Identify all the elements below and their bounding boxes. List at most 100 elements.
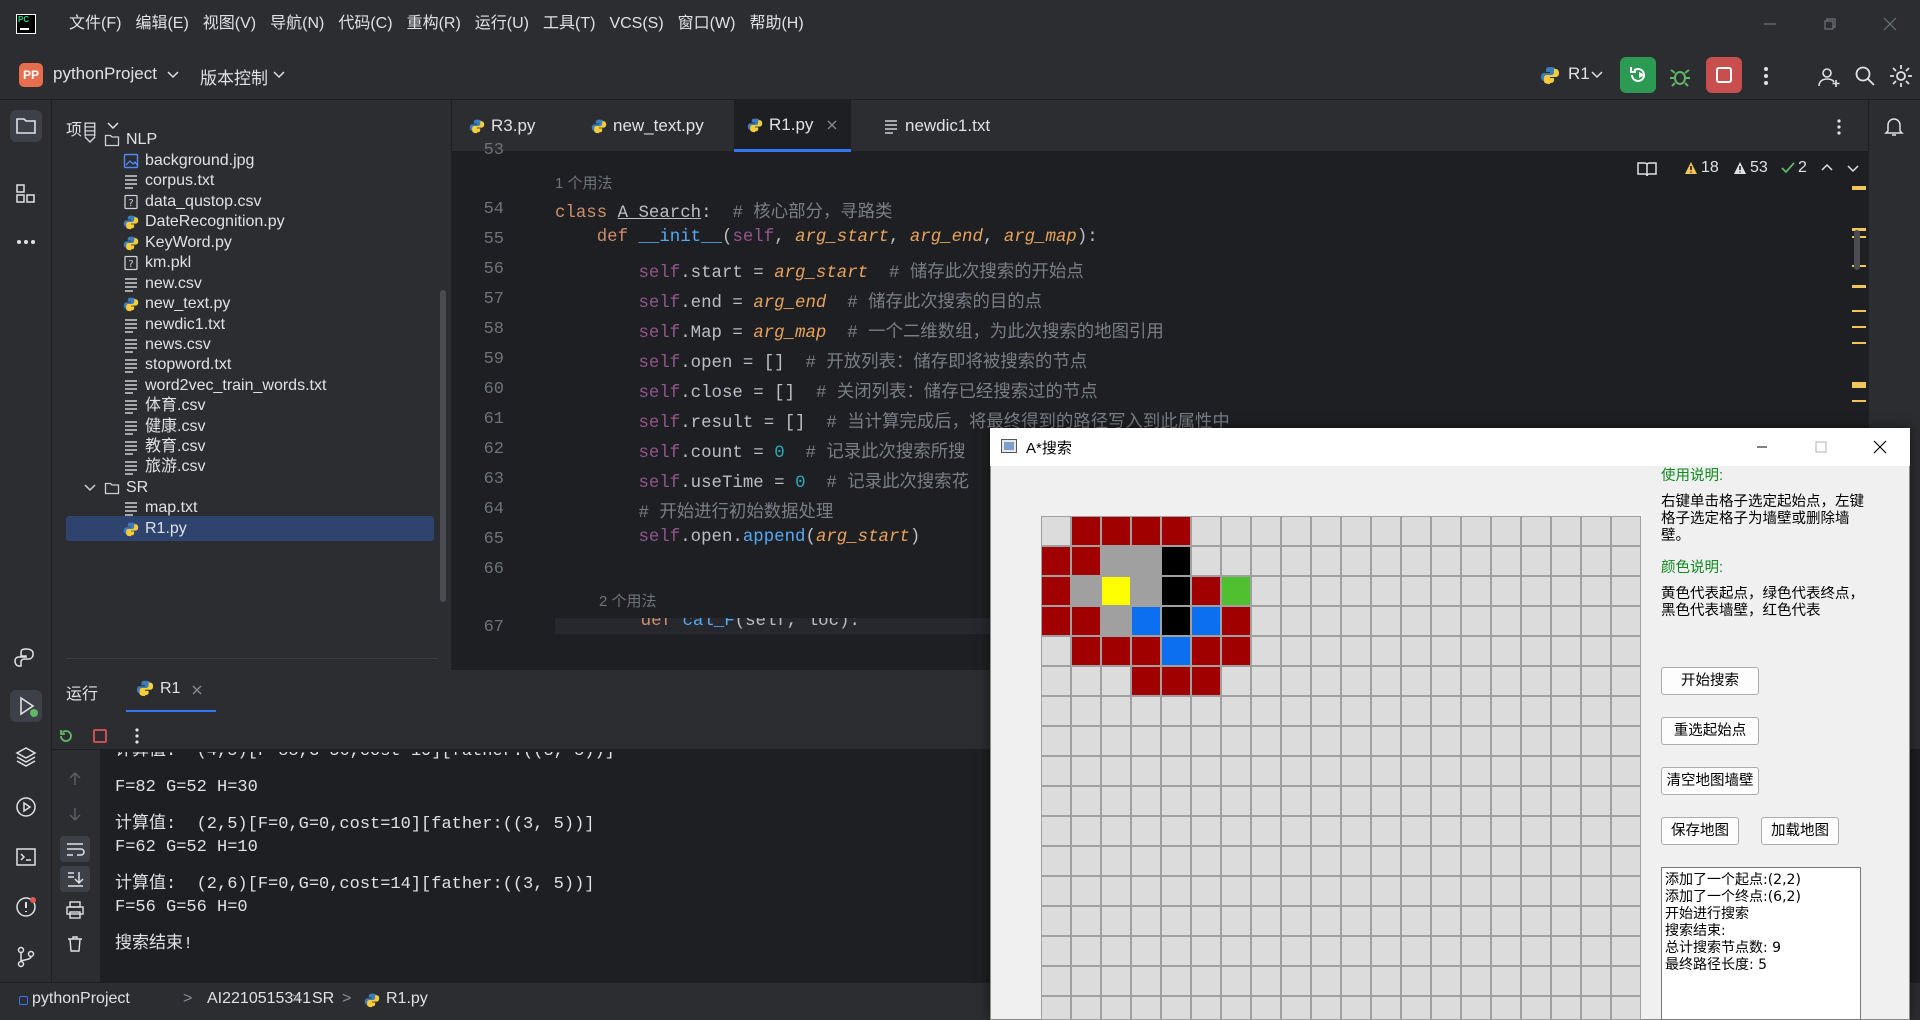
- grid-cell[interactable]: [1521, 546, 1551, 576]
- grid-cell[interactable]: [1431, 636, 1461, 666]
- grid-cell[interactable]: [1521, 696, 1551, 726]
- grid-cell[interactable]: [1401, 876, 1431, 906]
- grid-cell[interactable]: [1281, 546, 1311, 576]
- grid-cell[interactable]: [1131, 876, 1161, 906]
- trash-icon[interactable]: [65, 934, 85, 954]
- grid-cell[interactable]: [1191, 876, 1221, 906]
- structure-icon[interactable]: [14, 182, 38, 206]
- grid-cell[interactable]: [1581, 636, 1611, 666]
- grid-cell[interactable]: [1611, 936, 1641, 966]
- grid-cell[interactable]: [1101, 696, 1131, 726]
- grid-cell[interactable]: [1251, 846, 1281, 876]
- grid-cell[interactable]: [1551, 816, 1581, 846]
- grid-cell[interactable]: [1251, 756, 1281, 786]
- grid-cell[interactable]: [1371, 666, 1401, 696]
- grid-cell[interactable]: [1611, 726, 1641, 756]
- grid-cell[interactable]: [1461, 726, 1491, 756]
- grid-cell[interactable]: [1401, 696, 1431, 726]
- git-icon[interactable]: [14, 945, 38, 969]
- grid-cell[interactable]: [1551, 966, 1581, 996]
- grid-cell[interactable]: [1401, 576, 1431, 606]
- grid-cell[interactable]: [1041, 876, 1071, 906]
- breadcrumb-root[interactable]: pythonProject: [32, 990, 130, 1008]
- soft-wrap-button[interactable]: [60, 836, 90, 862]
- grid-cell[interactable]: [1431, 906, 1461, 936]
- grid-cell[interactable]: [1401, 906, 1431, 936]
- grid-cell-red[interactable]: [1071, 516, 1101, 546]
- grid-cell[interactable]: [1581, 996, 1611, 1020]
- grid-cell-gray[interactable]: [1131, 576, 1161, 606]
- grid-cell[interactable]: [1371, 846, 1401, 876]
- grid-cell[interactable]: [1041, 516, 1071, 546]
- grid-cell[interactable]: [1431, 816, 1461, 846]
- grid-cell[interactable]: [1311, 996, 1341, 1020]
- grid-cell[interactable]: [1071, 756, 1101, 786]
- grid-cell-blue[interactable]: [1161, 636, 1191, 666]
- grid-cell[interactable]: [1221, 786, 1251, 816]
- grid-cell[interactable]: [1221, 966, 1251, 996]
- grid-cell[interactable]: [1071, 726, 1101, 756]
- grid-cell[interactable]: [1311, 816, 1341, 846]
- grid-cell[interactable]: [1461, 996, 1491, 1020]
- grid-cell[interactable]: [1401, 816, 1431, 846]
- grid-cell[interactable]: [1251, 936, 1281, 966]
- grid-cell[interactable]: [1521, 996, 1551, 1020]
- grid-cell[interactable]: [1341, 546, 1371, 576]
- grid-cell[interactable]: [1581, 846, 1611, 876]
- grid-cell[interactable]: [1371, 756, 1401, 786]
- grid-cell[interactable]: [1071, 966, 1101, 996]
- grid-cell[interactable]: [1161, 966, 1191, 996]
- grid-cell[interactable]: [1311, 936, 1341, 966]
- grid-cell[interactable]: [1461, 576, 1491, 606]
- grid-cell[interactable]: [1311, 726, 1341, 756]
- grid-cell[interactable]: [1341, 726, 1371, 756]
- chevron-down-icon[interactable]: [84, 483, 96, 493]
- grid-cell[interactable]: [1611, 816, 1641, 846]
- grid-cell[interactable]: [1281, 516, 1311, 546]
- run-config-selector[interactable]: R1: [1568, 64, 1590, 84]
- grid-cell[interactable]: [1101, 786, 1131, 816]
- grid-cell[interactable]: [1101, 906, 1131, 936]
- grid-cell[interactable]: [1221, 906, 1251, 936]
- grid-cell[interactable]: [1401, 846, 1431, 876]
- grid-cell[interactable]: [1191, 786, 1221, 816]
- close-tab-icon[interactable]: [827, 120, 837, 130]
- grid-cell[interactable]: [1311, 756, 1341, 786]
- grid-cell[interactable]: [1431, 846, 1461, 876]
- grid-cell[interactable]: [1431, 576, 1461, 606]
- grid-cell[interactable]: [1491, 726, 1521, 756]
- grid-cell[interactable]: [1221, 876, 1251, 906]
- grid-cell-green[interactable]: [1221, 576, 1251, 606]
- grid-cell[interactable]: [1581, 966, 1611, 996]
- chevron-up-icon[interactable]: [1820, 162, 1834, 172]
- grid-cell[interactable]: [1521, 906, 1551, 936]
- usage-hint[interactable]: 1 个用法: [555, 172, 613, 193]
- minimize-icon[interactable]: [1752, 437, 1772, 457]
- grid-cell[interactable]: [1281, 726, 1311, 756]
- grid-cell[interactable]: [1101, 966, 1131, 996]
- grid-cell[interactable]: [1341, 696, 1371, 726]
- grid-cell[interactable]: [1461, 816, 1491, 846]
- grid-cell[interactable]: [1191, 966, 1221, 996]
- grid-cell[interactable]: [1371, 696, 1401, 726]
- stop-icon[interactable]: [91, 727, 109, 745]
- grid-cell[interactable]: [1311, 846, 1341, 876]
- grid-cell[interactable]: [1041, 696, 1071, 726]
- grid-cell[interactable]: [1341, 576, 1371, 606]
- grid-cell-red[interactable]: [1071, 606, 1101, 636]
- grid-cell[interactable]: [1491, 906, 1521, 936]
- grid-cell[interactable]: [1431, 696, 1461, 726]
- grid-cell[interactable]: [1281, 636, 1311, 666]
- project-scrollbar[interactable]: [440, 290, 446, 602]
- grid-cell[interactable]: [1311, 966, 1341, 996]
- close-window-icon[interactable]: [1878, 12, 1902, 36]
- grid-cell[interactable]: [1611, 606, 1641, 636]
- project-badge[interactable]: PP: [19, 63, 43, 87]
- grid-cell[interactable]: [1401, 996, 1431, 1020]
- grid-cell[interactable]: [1371, 876, 1401, 906]
- grid-cell[interactable]: [1041, 936, 1071, 966]
- grid-cell[interactable]: [1431, 666, 1461, 696]
- grid-cell[interactable]: [1551, 636, 1581, 666]
- grid-cell[interactable]: [1101, 726, 1131, 756]
- grid-cell[interactable]: [1071, 786, 1101, 816]
